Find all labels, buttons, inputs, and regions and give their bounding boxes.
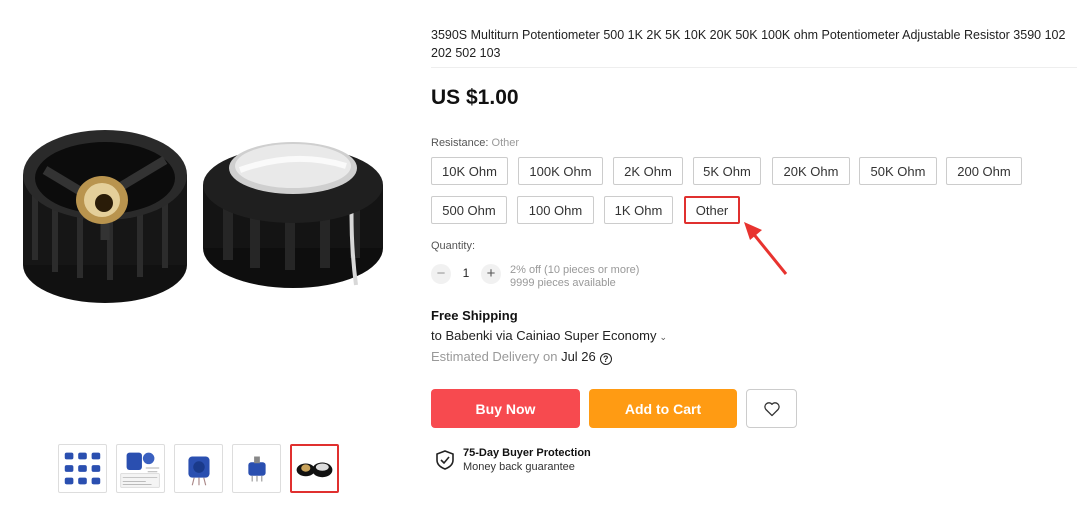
add-to-cart-button[interactable]: Add to Cart: [589, 389, 737, 428]
thumbnail-1[interactable]: [58, 444, 107, 493]
resistance-option-other[interactable]: Other: [684, 196, 740, 224]
resistance-option-500[interactable]: 500 Ohm: [431, 196, 507, 224]
estimated-delivery: Estimated Delivery on Jul 26?: [431, 349, 612, 365]
resistance-option-1k[interactable]: 1K Ohm: [604, 196, 673, 224]
resistance-option-200[interactable]: 200 Ohm: [946, 157, 1022, 185]
shipping-title: Free Shipping: [431, 308, 518, 323]
resistance-option-100[interactable]: 100 Ohm: [517, 196, 594, 224]
delivery-prefix: Estimated Delivery on: [431, 349, 558, 364]
resistance-label-text: Resistance:: [431, 137, 489, 149]
resistance-option-50k[interactable]: 50K Ohm: [859, 157, 937, 185]
buyer-protection-title: 75-Day Buyer Protection: [463, 447, 591, 459]
buyer-protection-subtitle: Money back guarantee: [463, 461, 575, 473]
resistance-label: Resistance: Other: [431, 137, 519, 149]
quantity-increment-button[interactable]: +: [481, 264, 501, 284]
main-product-image: [0, 0, 410, 430]
resistance-option-5k[interactable]: 5K Ohm: [693, 157, 761, 185]
product-price: US $1.00: [431, 86, 519, 109]
heart-icon: [763, 401, 780, 416]
quantity-available: 9999 pieces available: [510, 277, 616, 289]
thumbnail-4[interactable]: [232, 444, 281, 493]
product-title: 3590S Multiturn Potentiometer 500 1K 2K …: [431, 28, 1066, 60]
quantity-label: Quantity:: [431, 240, 476, 252]
delivery-date: Jul 26: [561, 349, 596, 364]
thumbnail-2[interactable]: [116, 444, 165, 493]
thumbnail-3[interactable]: [174, 444, 223, 493]
resistance-option-100k[interactable]: 100K Ohm: [518, 157, 603, 185]
resistance-option-10k[interactable]: 10K Ohm: [431, 157, 508, 185]
resistance-option-2k[interactable]: 2K Ohm: [613, 157, 683, 185]
resistance-option-20k[interactable]: 20K Ohm: [772, 157, 850, 185]
thumbnail-strip: [58, 444, 339, 493]
wishlist-button[interactable]: [746, 389, 797, 428]
quantity-value[interactable]: 1: [459, 266, 473, 280]
resistance-selected-value: Other: [491, 137, 520, 149]
shield-check-icon: [436, 450, 454, 470]
question-mark-icon[interactable]: ?: [599, 353, 612, 365]
quantity-discount: 2% off (10 pieces or more): [510, 264, 640, 276]
quantity-info: 2% off (10 pieces or more) 9999 pieces a…: [510, 264, 639, 290]
shipping-destination[interactable]: to Babenki via Cainiao Super Economy ⌄: [431, 328, 667, 343]
quantity-decrement-button[interactable]: −: [431, 264, 451, 284]
buy-now-button[interactable]: Buy Now: [431, 389, 580, 428]
chevron-down-icon: ⌄: [659, 332, 668, 342]
thumbnail-5[interactable]: [290, 444, 339, 493]
title-divider: [431, 67, 1077, 68]
annotation-arrow-icon: [744, 222, 788, 275]
shipping-destination-text: to Babenki via Cainiao Super Economy: [431, 328, 657, 343]
